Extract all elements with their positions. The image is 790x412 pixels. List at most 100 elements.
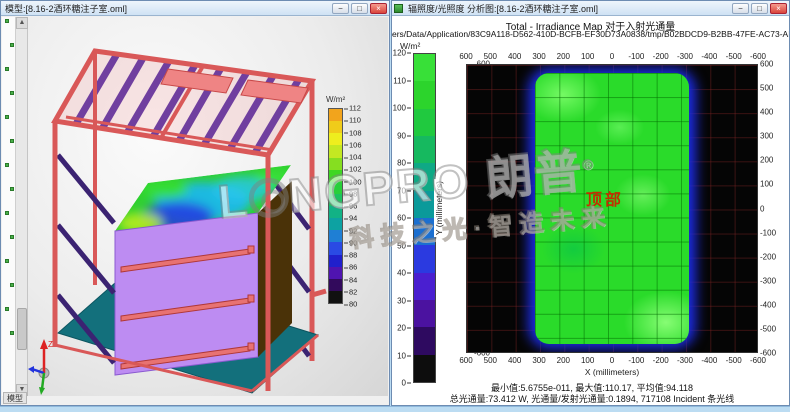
x-tick: -500 [726,356,742,365]
colorbar-band [414,327,435,354]
legend-band [329,121,342,133]
x-tick: 600 [459,356,472,365]
legend-tick: 102 [344,165,362,174]
y-tick: -300 [760,276,786,285]
3d-model: Z [28,17,328,396]
y-tick: 0 [760,204,786,213]
tab-model[interactable]: 模型 [3,392,27,404]
tree-item-icon[interactable] [10,331,14,335]
tree-item-icon[interactable] [5,163,9,167]
tree-item-icon[interactable] [10,91,14,95]
tree-item-icon[interactable] [5,19,9,23]
tree-item-icon[interactable] [10,139,14,143]
x-tick: 200 [557,52,570,61]
y-tick: 100 [760,180,786,189]
colorbar-tick: 0 [402,379,411,388]
colorbar-band [414,163,435,190]
legend-band [329,242,342,254]
3d-viewport[interactable]: Z W/m² 112110108106104102100989694929088… [28,17,388,396]
map-annotation: 顶部 [586,186,624,210]
restore-button[interactable]: □ [751,3,768,14]
y-tick: 400 [760,108,786,117]
x-tick: -100 [628,356,644,365]
legend-tick: 100 [344,177,362,186]
x-tick: 0 [610,356,614,365]
legend-band [329,267,342,279]
legend-band [329,170,342,182]
axis-triad: Z [28,339,53,395]
y-tick: -200 [760,252,786,261]
y-axis-ticks-right: 6005004003002001000-100-200-300-400-500-… [760,64,786,353]
colorbar-band [414,81,435,108]
system-tree-panel[interactable]: ▲ ▼ [2,17,28,396]
legend-band [329,291,342,303]
x-tick: 100 [581,356,594,365]
close-button[interactable]: × [770,3,787,14]
close-button[interactable]: × [370,3,387,14]
colorbar-tick: 50 [397,241,411,250]
tree-item-icon[interactable] [5,115,9,119]
legend-band [329,133,342,145]
x-tick: 0 [610,52,614,61]
tree-item-icon[interactable] [10,283,14,287]
y-tick: 300 [760,132,786,141]
legend-band [329,145,342,157]
x-tick: -600 [750,356,766,365]
x-tick: 500 [484,356,497,365]
x-tick: 100 [581,52,594,61]
tree-item-icon[interactable] [10,187,14,191]
colorbar-tick: 30 [397,296,411,305]
minimize-button[interactable]: − [732,3,749,14]
model-window-title: 模型:[8.16-2酒环糖注子室.oml] [3,2,332,15]
legend-tick: 88 [344,251,357,260]
legend-tick: 82 [344,287,357,296]
window-buttons: −□× [332,3,387,14]
colorbar-tick: 60 [397,214,411,223]
legend-colorbar [328,108,343,304]
colorbar-band [414,245,435,272]
restore-button[interactable]: □ [351,3,368,14]
x-tick: -200 [653,356,669,365]
legend-band [329,182,342,194]
legend-band [329,158,342,170]
tree-item-icon[interactable] [5,259,9,263]
colorbar-band [414,191,435,218]
y-axis-label: Y (millimeters) [434,179,444,237]
x-tick: 400 [508,52,521,61]
legend-band [329,230,342,242]
map-window-titlebar[interactable]: 辐照度/光照度 分析图:[8.16-2酒环糖注子室.oml] −□× [392,1,789,16]
legend-tick: 104 [344,153,362,162]
colorbar-tick: 20 [397,324,411,333]
window-buttons: −□× [732,3,787,14]
tree-scrollbar[interactable]: ▲ ▼ [15,17,27,396]
legend-tick: 90 [344,238,357,247]
legend-tick: 86 [344,263,357,272]
legend-tick: 94 [344,214,357,223]
irradiance-map-plot[interactable]: 顶部 [466,64,758,353]
tree-item-icon[interactable] [5,307,9,311]
x-tick: 400 [508,356,521,365]
tree-item-icon[interactable] [5,67,9,71]
x-tick: -400 [701,356,717,365]
tree-item-icon[interactable] [10,235,14,239]
legend-band [329,109,342,121]
colorbar-band [414,109,435,136]
colorbar-ticks: 1201101009080706050403020100 [392,53,411,383]
scroll-up-icon[interactable]: ▲ [16,17,28,29]
colorbar-band [414,218,435,245]
minimize-button[interactable]: − [332,3,349,14]
tree-item-icon[interactable] [10,43,14,47]
model-window-titlebar[interactable]: 模型:[8.16-2酒环糖注子室.oml] −□× [1,1,389,16]
tree-item-icon[interactable] [5,211,9,215]
colorbar-tick: 100 [393,104,411,113]
map-window-title: 辐照度/光照度 分析图:[8.16-2酒环糖注子室.oml] [406,2,732,15]
y-tick: -500 [760,324,786,333]
y-tick: 600 [760,60,786,69]
colorbar-tick: 40 [397,269,411,278]
scrollbar-thumb[interactable] [17,308,27,350]
colorbar-tick: 70 [397,186,411,195]
legend-tick: 92 [344,226,357,235]
tree-items [2,19,15,372]
x-tick: -400 [701,52,717,61]
x-tick: 300 [532,52,545,61]
